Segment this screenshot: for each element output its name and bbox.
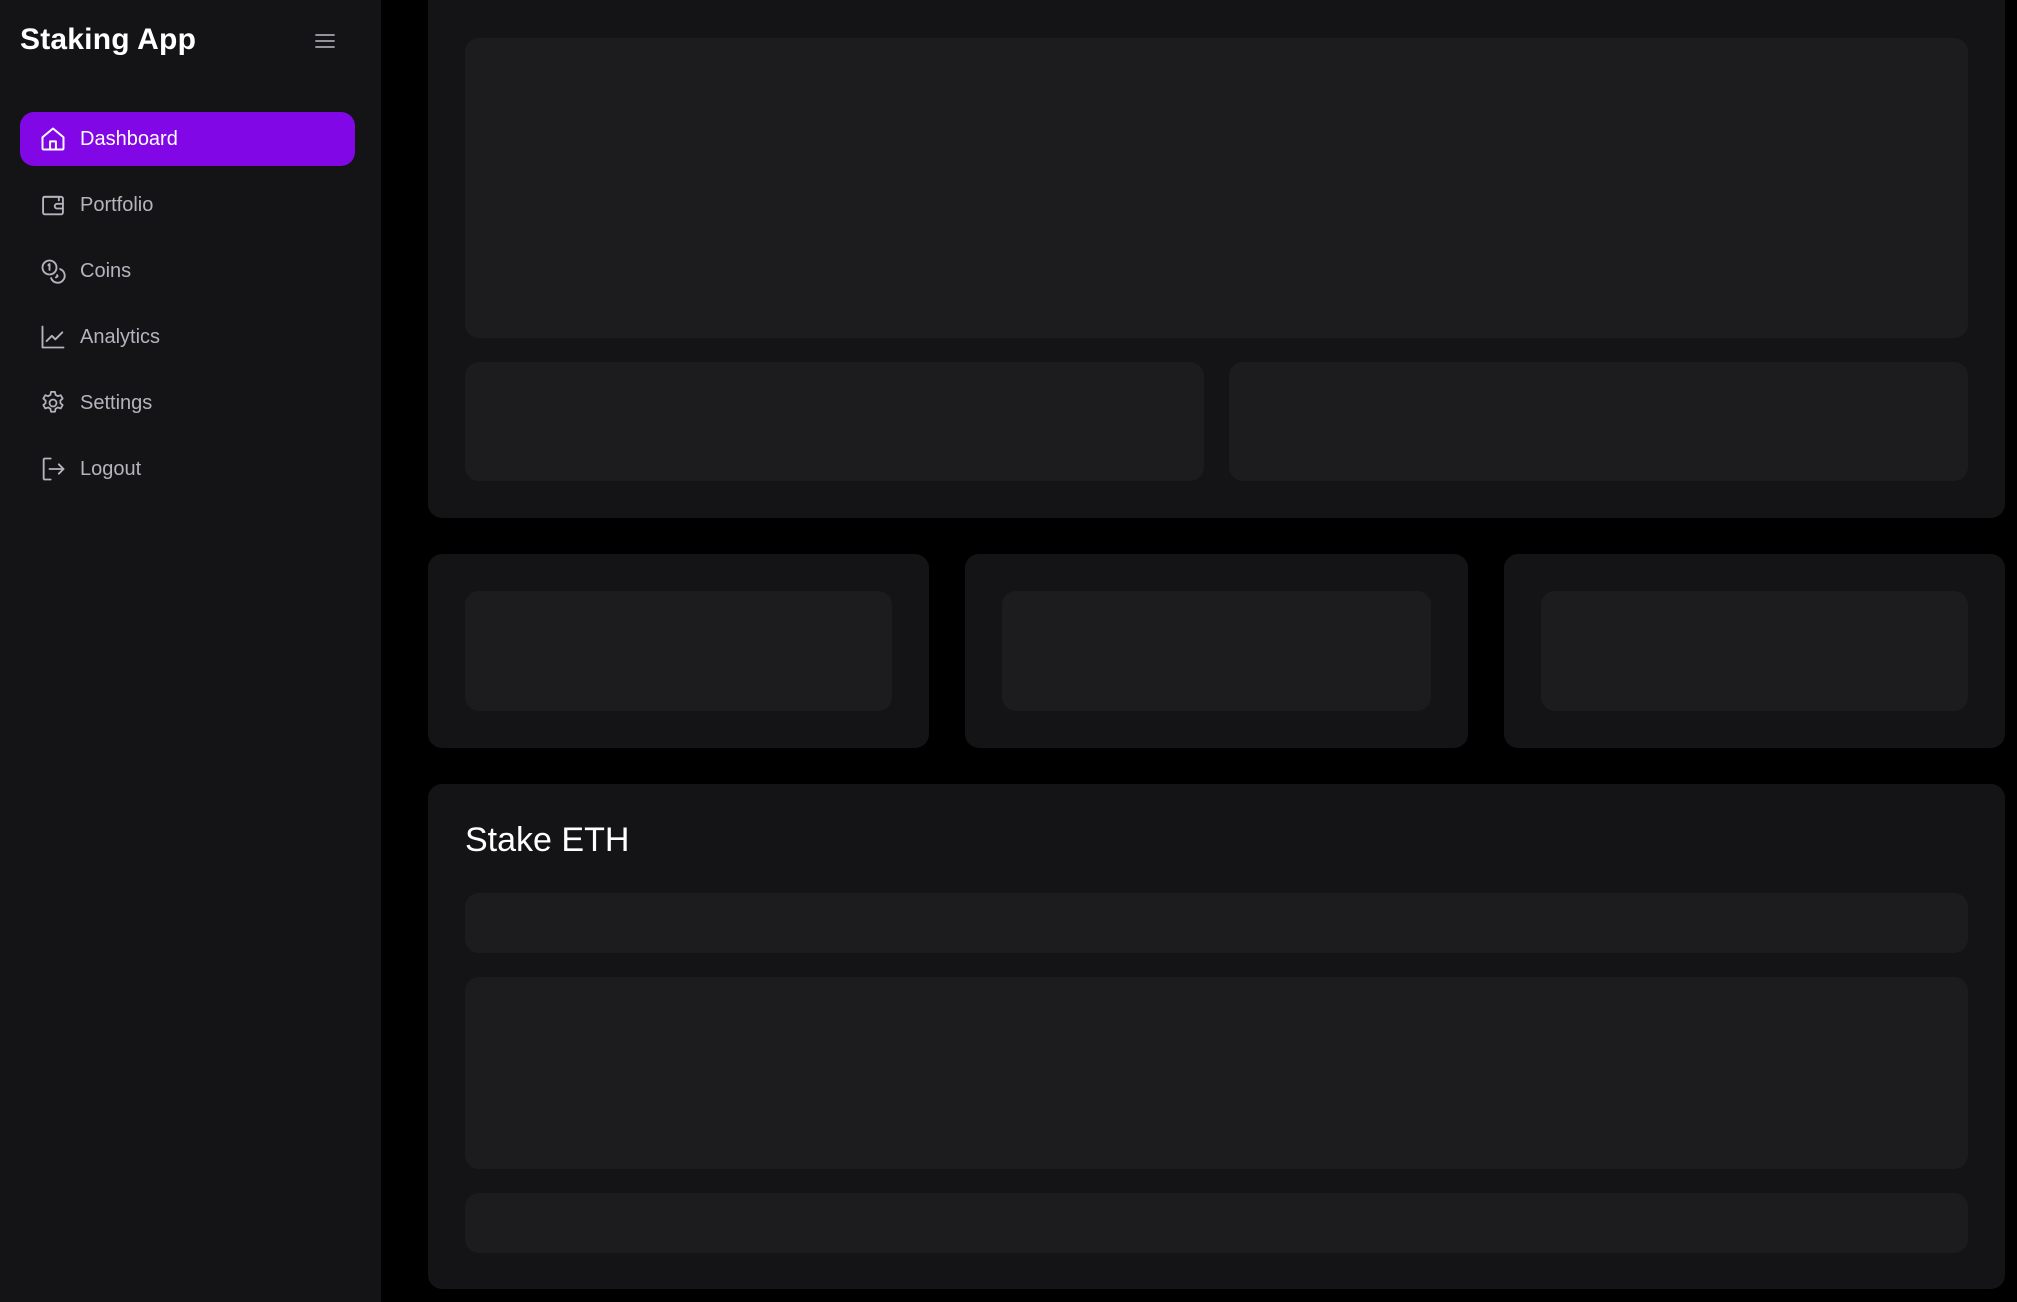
sidebar-item-label: Coins xyxy=(80,259,132,282)
overview-card xyxy=(428,0,2005,518)
sidebar-item-label: Portfolio xyxy=(80,193,154,216)
stat-placeholder xyxy=(1002,591,1431,711)
sidebar-item-label: Analytics xyxy=(80,325,161,348)
home-icon xyxy=(38,124,68,154)
stat-placeholder xyxy=(465,591,892,711)
sidebar-item-dashboard[interactable]: Dashboard xyxy=(20,112,355,166)
stat-card xyxy=(965,554,1468,748)
sidebar-item-portfolio[interactable]: Portfolio xyxy=(20,178,355,232)
sidebar: Staking App Dashboard Portfolio Coins An… xyxy=(0,0,381,1302)
overview-stat-placeholder-left xyxy=(465,362,1204,481)
sidebar-item-coins[interactable]: Coins xyxy=(20,244,355,298)
hamburger-menu-icon xyxy=(315,34,335,48)
overview-stat-placeholder-right xyxy=(1229,362,1968,481)
sidebar-item-logout[interactable]: Logout xyxy=(20,442,355,496)
gear-icon xyxy=(38,388,68,418)
logout-icon xyxy=(38,454,68,484)
stake-title: Stake ETH xyxy=(465,821,630,859)
stake-amount-input-placeholder[interactable] xyxy=(465,893,1968,953)
stake-submit-placeholder[interactable] xyxy=(465,1193,1968,1253)
stake-details-placeholder xyxy=(465,977,1968,1169)
sidebar-item-label: Settings xyxy=(80,391,153,414)
wallet-icon xyxy=(38,190,68,220)
sidebar-item-analytics[interactable]: Analytics xyxy=(20,310,355,364)
sidebar-item-label: Logout xyxy=(80,457,142,480)
sidebar-item-settings[interactable]: Settings xyxy=(20,376,355,430)
app-title: Staking App xyxy=(20,23,197,56)
menu-toggle-button[interactable] xyxy=(310,26,340,56)
coins-icon xyxy=(38,256,68,286)
overview-chart-placeholder xyxy=(465,38,1968,338)
sidebar-nav: Dashboard Portfolio Coins Analytics Sett… xyxy=(20,112,355,508)
chart-line-icon xyxy=(38,322,68,352)
stat-card xyxy=(1504,554,2005,748)
sidebar-item-label: Dashboard xyxy=(80,127,178,150)
stake-card: Stake ETH xyxy=(428,784,2005,1289)
stat-placeholder xyxy=(1541,591,1968,711)
stat-card xyxy=(428,554,929,748)
